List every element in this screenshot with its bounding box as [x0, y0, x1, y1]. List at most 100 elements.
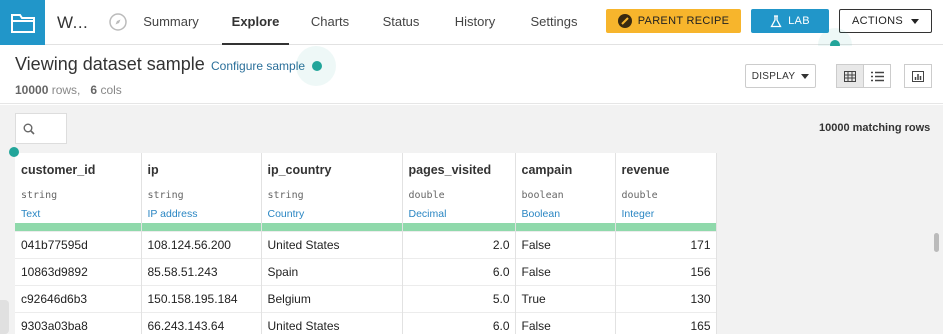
table-cell[interactable]: True: [515, 284, 616, 312]
dataset-name[interactable]: W...: [57, 13, 88, 33]
matching-rows-count: 10000 matching rows: [819, 122, 931, 134]
configure-sample-link[interactable]: Configure sample: [211, 59, 305, 73]
chevron-down-icon: [911, 18, 919, 24]
column-meaning[interactable]: Decimal: [402, 204, 516, 223]
list-view-button[interactable]: [863, 64, 891, 88]
display-label: DISPLAY: [751, 70, 796, 82]
lab-button[interactable]: LAB: [751, 9, 829, 33]
table-cell[interactable]: 156: [615, 257, 717, 285]
table-cell[interactable]: False: [515, 257, 616, 285]
table-cell[interactable]: False: [515, 311, 616, 334]
column-meaning[interactable]: Boolean: [515, 204, 616, 223]
horizontal-scroll-handle[interactable]: [0, 300, 9, 334]
column-header-row: customer_id ip ip_country pages_visited …: [15, 153, 717, 187]
column-meaning[interactable]: Text: [15, 204, 142, 223]
table-cell[interactable]: 6.0: [402, 311, 516, 334]
table-row: 10863d9892 85.58.51.243 Spain 6.0 False …: [15, 257, 717, 285]
rows-word: rows,: [51, 83, 81, 97]
page-title: Viewing dataset sample: [15, 54, 205, 74]
table-cell[interactable]: False: [515, 230, 616, 258]
table-cell[interactable]: 10863d9892: [15, 257, 142, 285]
validity-bar: [515, 223, 616, 231]
cols-count: 6: [90, 83, 98, 97]
storage-type: string: [141, 187, 262, 204]
validity-bar: [261, 223, 403, 231]
meaning-row: Text IP address Country Decimal Boolean …: [15, 204, 717, 223]
column-header-campain[interactable]: campain: [515, 153, 616, 187]
validity-bar-row: [15, 223, 717, 231]
data-table: customer_id ip ip_country pages_visited …: [15, 153, 717, 334]
tab-settings[interactable]: Settings: [526, 0, 582, 45]
flask-icon: [770, 14, 782, 27]
table-row: 9303a03ba8 66.243.143.64 United States 6…: [15, 311, 717, 334]
table-cell[interactable]: 171: [615, 230, 717, 258]
storage-type-row: string string string double boolean doub…: [15, 187, 717, 204]
search-input[interactable]: [15, 113, 67, 144]
table-cell[interactable]: United States: [261, 230, 403, 258]
tutorial-hotspot[interactable]: [312, 61, 322, 71]
rows-count: 10000: [15, 83, 49, 97]
table-cell[interactable]: 041b77595d: [15, 230, 142, 258]
lab-label: LAB: [788, 15, 810, 27]
table-cell[interactable]: 9303a03ba8: [15, 311, 142, 334]
folder-icon: [10, 13, 35, 33]
search-icon: [23, 123, 35, 135]
validity-bar: [402, 223, 516, 231]
column-header-customer-id[interactable]: customer_id: [15, 153, 142, 187]
list-icon: [870, 71, 884, 81]
storage-type: string: [15, 187, 142, 204]
tab-charts[interactable]: Charts: [306, 0, 354, 45]
column-meaning[interactable]: Country: [261, 204, 403, 223]
table-cell[interactable]: 150.158.195.184: [141, 284, 262, 312]
table-cell[interactable]: United States: [261, 311, 403, 334]
app-icon[interactable]: [0, 0, 45, 45]
tab-summary[interactable]: Summary: [141, 0, 201, 45]
compass-icon[interactable]: [108, 12, 128, 32]
filter-bar: [0, 105, 943, 153]
table-cell[interactable]: 5.0: [402, 284, 516, 312]
tab-history[interactable]: History: [450, 0, 500, 45]
storage-type: string: [261, 187, 403, 204]
column-header-ip[interactable]: ip: [141, 153, 262, 187]
brush-icon: [617, 14, 632, 28]
table-grid-icon: [844, 70, 856, 82]
column-header-revenue[interactable]: revenue: [615, 153, 717, 187]
charts-view-button[interactable]: [904, 64, 932, 88]
table-cell[interactable]: 66.243.143.64: [141, 311, 262, 334]
table-cell[interactable]: 130: [615, 284, 717, 312]
column-meaning[interactable]: Integer: [615, 204, 717, 223]
table-row: c92646d6b3 150.158.195.184 Belgium 5.0 T…: [15, 284, 717, 312]
storage-type: double: [402, 187, 516, 204]
table-cell[interactable]: Spain: [261, 257, 403, 285]
storage-type: double: [615, 187, 717, 204]
validity-bar: [615, 223, 717, 231]
validity-bar: [141, 223, 262, 231]
table-cell[interactable]: 108.124.56.200: [141, 230, 262, 258]
table-row: 041b77595d 108.124.56.200 United States …: [15, 230, 717, 258]
column-meaning[interactable]: IP address: [141, 204, 262, 223]
validity-bar: [15, 223, 142, 231]
table-cell[interactable]: 6.0: [402, 257, 516, 285]
tab-explore[interactable]: Explore: [222, 0, 289, 45]
tab-status[interactable]: Status: [378, 0, 424, 45]
bar-chart-icon: [912, 70, 924, 82]
dataset-stats: 10000 rows, 6 cols: [15, 83, 122, 97]
column-header-ip-country[interactable]: ip_country: [261, 153, 403, 187]
cols-word: cols: [100, 83, 122, 97]
table-cell[interactable]: 2.0: [402, 230, 516, 258]
table-cell[interactable]: 85.58.51.243: [141, 257, 262, 285]
vertical-scrollbar-thumb[interactable]: [934, 233, 939, 252]
table-cell[interactable]: c92646d6b3: [15, 284, 142, 312]
chevron-down-icon: [801, 73, 810, 79]
table-view-button[interactable]: [836, 64, 864, 88]
column-header-pages-visited[interactable]: pages_visited: [402, 153, 516, 187]
display-button[interactable]: DISPLAY: [745, 64, 816, 88]
table-cell[interactable]: Belgium: [261, 284, 403, 312]
storage-type: boolean: [515, 187, 616, 204]
tutorial-hotspot[interactable]: [9, 147, 19, 157]
parent-recipe-label: PARENT RECIPE: [637, 15, 730, 27]
table-cell[interactable]: 165: [615, 311, 717, 334]
actions-button[interactable]: ACTIONS: [839, 9, 932, 33]
actions-label: ACTIONS: [852, 15, 903, 27]
parent-recipe-button[interactable]: PARENT RECIPE: [606, 9, 741, 33]
